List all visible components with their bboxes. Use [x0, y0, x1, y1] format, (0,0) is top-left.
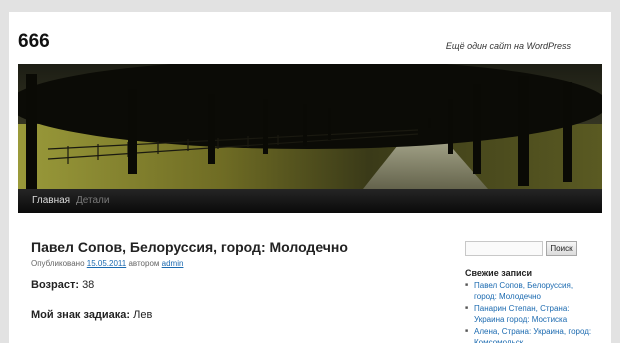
post-date-link[interactable]: 15.05.2011	[87, 259, 126, 268]
recent-post-link[interactable]: Алена, Страна: Украина, город: Комсомоль…	[465, 326, 595, 343]
author-prefix: автором	[128, 259, 160, 268]
nav-item-home[interactable]: Главная	[32, 195, 70, 206]
nav-item-details[interactable]: Детали	[76, 195, 109, 206]
field-value: Лев	[133, 309, 153, 321]
post-field-age: Возраст: 38	[31, 279, 94, 291]
recent-posts-list: Павел Сопов, Белоруссия, город: Молодечн…	[465, 280, 595, 343]
field-label: Возраст:	[31, 279, 79, 291]
search-button[interactable]: Поиск	[546, 241, 577, 256]
post-author-link[interactable]: admin	[162, 259, 184, 268]
header-banner-image[interactable]	[18, 64, 602, 189]
search-input[interactable]	[465, 241, 543, 256]
field-value: 38	[82, 279, 95, 291]
field-label: Мой знак задиака:	[31, 309, 131, 321]
site-description: Ещё один сайт на WordPress	[445, 41, 571, 51]
published-prefix: Опубликовано	[31, 259, 85, 268]
post-field-zodiac: Мой знак задиака: Лев	[31, 309, 152, 321]
site-title[interactable]: 666	[18, 31, 50, 53]
main-navigation: Главная Детали	[18, 189, 602, 213]
recent-post-link[interactable]: Павел Сопов, Белоруссия, город: Молодечн…	[465, 280, 595, 302]
page-container: 666 Ещё один сайт на WordPress Главная Д…	[9, 12, 611, 343]
banner-landscape-picture	[18, 64, 602, 189]
post-title[interactable]: Павел Сопов, Белоруссия, город: Молодечн…	[31, 239, 348, 255]
post-meta: Опубликовано 15.05.2011 автором admin	[31, 259, 183, 268]
recent-post-link[interactable]: Панарин Степан, Страна: Украина город: М…	[465, 303, 595, 325]
recent-posts-title: Свежие записи	[465, 268, 533, 278]
